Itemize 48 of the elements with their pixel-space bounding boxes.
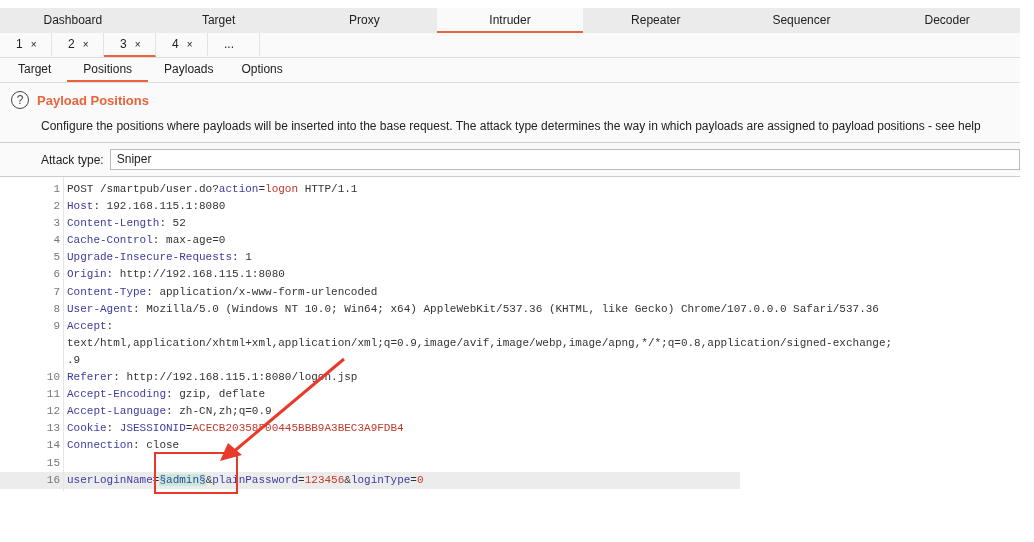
line-number: 2 — [53, 200, 60, 213]
tool-tab[interactable]: Target — [145, 8, 292, 33]
request-line: text/html,application/xhtml+xml,application/xml;q=0.9,image/avif,image/webp,image/apng,*/*;q=0.8,application/signed-exchange; — [67, 335, 893, 351]
tool-tab[interactable]: Decoder — [874, 8, 1021, 33]
line-number: 4 — [53, 234, 60, 247]
line-number: 12 — [46, 405, 60, 418]
request-line: Accept-Language: zh-CN,zh;q=0.9 — [67, 404, 272, 420]
request-line: Upgrade-Insecure-Requests: 1 — [67, 250, 252, 266]
attack-tab[interactable]: 2 × — [52, 33, 104, 57]
request-line: Host: 192.168.115.1:8080 — [67, 199, 226, 215]
request-line: User-Agent: Mozilla/5.0 (Windows NT 10.0; Win64; x64) AppleWebKit/537.36 (KHTML, like Gecko) Chrome/107.0.0.0 Safari/537.36 — [67, 301, 879, 317]
tool-tab[interactable]: Proxy — [291, 8, 438, 33]
line-number: 14 — [46, 439, 60, 452]
request-line: Connection: close — [67, 438, 180, 454]
request-line: Accept: — [67, 318, 114, 334]
attack-type-dropdown[interactable]: Sniper — [109, 149, 1020, 170]
line-number: 10 — [46, 371, 60, 384]
request-line: Accept-Encoding: gzip, deflate — [67, 387, 266, 403]
sub-tab[interactable]: Target — [6, 58, 64, 82]
line-number: 3 — [53, 217, 60, 230]
request-line: Content-Type: application/x-www-form-urlencoded — [67, 284, 378, 300]
attack-tab[interactable]: ... — [208, 33, 260, 57]
line-number: 7 — [53, 285, 60, 298]
line-number: 6 — [53, 268, 60, 281]
sub-tab[interactable]: Payloads — [152, 58, 226, 82]
attack-type-label: Attack type: — [41, 152, 104, 167]
line-number: 9 — [53, 319, 60, 332]
request-line: Content-Length: 52 — [67, 216, 186, 232]
tool-tab[interactable]: Sequencer — [728, 8, 875, 33]
line-number: 11 — [46, 388, 60, 401]
tool-tab[interactable]: Intruder — [437, 8, 583, 33]
request-line: Origin: http://192.168.115.1:8080 — [67, 267, 285, 283]
attack-tab[interactable]: 1 × — [0, 33, 52, 57]
section-description: Configure the positions where payloads will be inserted into the base request. The attack type determines the way in which payloads are assigned to payload positions - see help — [41, 119, 981, 133]
line-number: 1 — [53, 183, 60, 195]
attack-tab[interactable]: 4 × — [156, 33, 208, 57]
request-line: Cache-Control: max-age=0 — [67, 233, 226, 249]
tool-tab[interactable]: Repeater — [582, 8, 729, 33]
line-number: 15 — [46, 456, 60, 469]
line-number: 5 — [53, 251, 60, 264]
section-title: Payload Positions — [37, 92, 149, 108]
sub-tab[interactable]: Options — [229, 58, 295, 82]
line-number: 13 — [46, 422, 60, 435]
request-line: POST /smartpub/user.do?action=logon HTTP/1.1 — [67, 182, 358, 197]
tool-tab[interactable]: Dashboard — [0, 8, 146, 33]
line-number: 16 — [46, 473, 60, 486]
line-number: 8 — [53, 302, 60, 315]
request-line: .9 — [67, 352, 81, 368]
